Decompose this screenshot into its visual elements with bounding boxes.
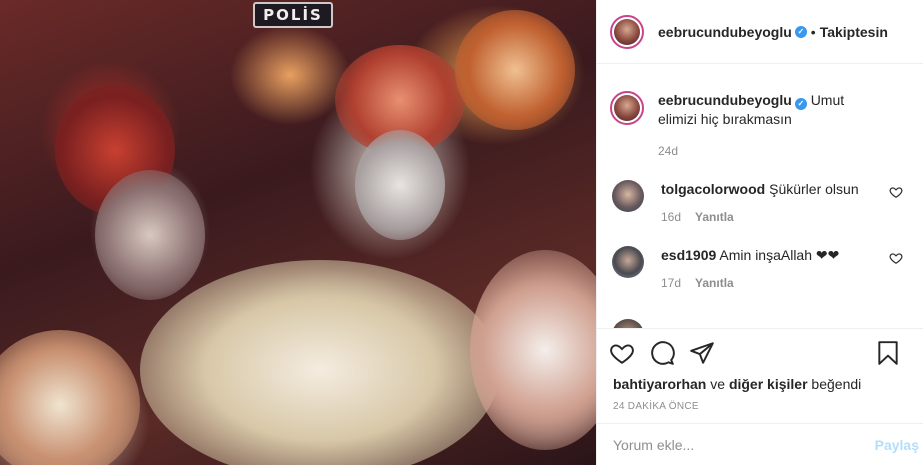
- comments-list[interactable]: eebrucundubeyoglu ✓ Umut elimizi hiç bıra…: [597, 65, 923, 328]
- author-username[interactable]: eebrucundubeyoglu: [658, 24, 792, 40]
- caption-username[interactable]: eebrucundubeyoglu: [658, 92, 792, 108]
- comment-item: tolgacolorwood Şükürler olsun 16d Yanıtla: [610, 180, 907, 226]
- share-paper-plane-icon[interactable]: [689, 340, 715, 366]
- police-badge: POLİS: [253, 2, 333, 28]
- hearts-emoji: ❤❤: [815, 247, 840, 263]
- instagram-post: POLİS eebrucundubeyoglu ✓ • Takiptesin e…: [0, 0, 923, 465]
- post-caption: eebrucundubeyoglu ✓ Umut elimizi hiç bıra…: [610, 91, 907, 160]
- following-button[interactable]: Takiptesin: [820, 24, 888, 40]
- liker-username[interactable]: bahtiyarorhan: [613, 376, 706, 392]
- comment-age[interactable]: 17d: [661, 276, 681, 290]
- heart-icon[interactable]: [889, 251, 903, 265]
- post-header: eebrucundubeyoglu ✓ • Takiptesin: [597, 0, 923, 64]
- separator-dot: •: [810, 23, 816, 40]
- post-timestamp[interactable]: 24 DAKİKA ÖNCE: [597, 401, 923, 412]
- comment-text: Şükürler olsun: [769, 181, 859, 197]
- helmet-shape: [470, 250, 596, 450]
- commenter-avatar[interactable]: [612, 180, 644, 212]
- author-avatar[interactable]: [610, 91, 644, 125]
- commenter-username[interactable]: tolgacolorwood: [661, 181, 765, 197]
- comment-item: esd1909 Amin inşaAllah ❤❤ 17d Yanıtla: [610, 246, 907, 292]
- likes-verb: beğendi: [811, 376, 862, 392]
- add-comment-bar: Paylaş: [597, 423, 923, 465]
- reply-button[interactable]: Yanıtla: [695, 276, 734, 290]
- heart-icon[interactable]: [889, 185, 903, 199]
- author-avatar[interactable]: [610, 14, 644, 49]
- likes-summary: bahtiyarorhan ve diğer kişiler beğendi: [597, 376, 923, 392]
- commenter-avatar[interactable]: [612, 319, 644, 328]
- other-likers-link[interactable]: diğer kişiler: [729, 376, 808, 392]
- commenter-avatar[interactable]: [612, 246, 644, 278]
- post-comment-button[interactable]: Paylaş: [875, 437, 919, 453]
- post-side-panel: eebrucundubeyoglu ✓ • Takiptesin eebrucu…: [596, 0, 923, 465]
- blanket-shape: [140, 260, 500, 465]
- helmet-shape: [0, 330, 140, 465]
- head-shape: [95, 170, 205, 300]
- bookmark-icon[interactable]: [875, 340, 901, 366]
- comment-age[interactable]: 16d: [661, 210, 681, 224]
- comment-input[interactable]: [613, 436, 863, 453]
- like-heart-icon[interactable]: [609, 340, 635, 366]
- comment-text: Amin inşaAllah: [719, 247, 813, 263]
- comment-bubble-icon[interactable]: [649, 340, 675, 366]
- helmet-shape: [455, 10, 575, 130]
- caption-age[interactable]: 24d: [658, 142, 883, 160]
- face-shape: [355, 130, 445, 240]
- commenter-username[interactable]: esd1909: [661, 247, 716, 263]
- likes-connector: ve: [710, 376, 726, 392]
- reply-button[interactable]: Yanıtla: [695, 210, 734, 224]
- post-actions: bahtiyarorhan ve diğer kişiler beğendi 2…: [597, 328, 923, 423]
- post-photo[interactable]: POLİS: [0, 0, 596, 465]
- verified-badge-icon: ✓: [794, 25, 807, 38]
- verified-badge-icon: ✓: [794, 98, 807, 110]
